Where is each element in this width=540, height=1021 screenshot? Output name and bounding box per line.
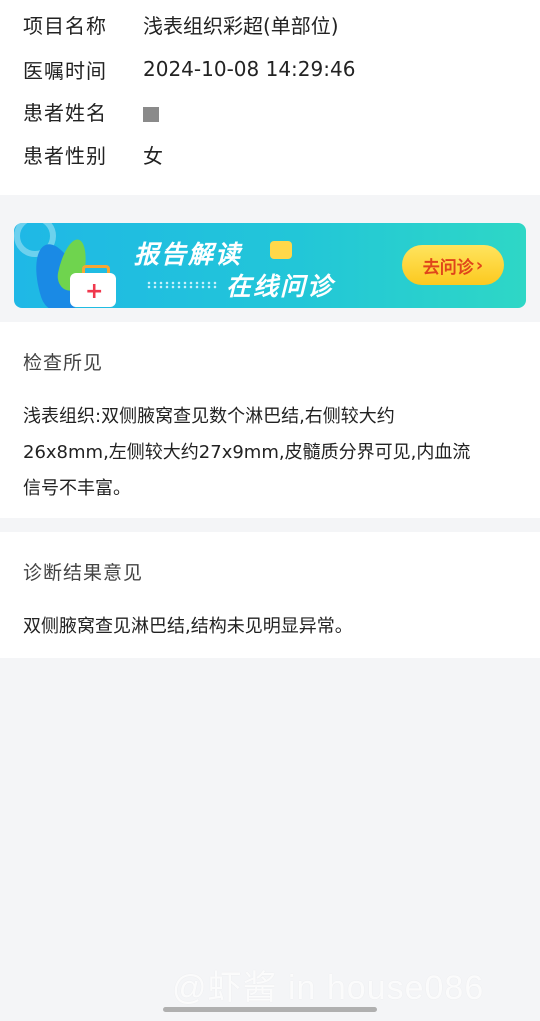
go-consult-label: 去问诊: [422, 257, 474, 278]
project-name-value: 浅表组织彩超(单部位): [143, 13, 339, 38]
chevron-right-icon: ›: [475, 254, 484, 276]
findings-title: 检查所见: [23, 352, 104, 374]
info-row-order-time: 医嘱时间 2024-10-08 14:29:46: [23, 54, 355, 84]
order-time-value: 2024-10-08 14:29:46: [143, 57, 356, 81]
info-label: 患者姓名: [23, 100, 107, 125]
watermark: @虾酱 in house086: [172, 969, 485, 1007]
findings-line: 26x8mm,左侧较大约27x9mm,皮髓质分界可见,内血流: [23, 442, 471, 463]
findings-line: 浅表组织:双侧腋窝查见数个淋巴结,右侧较大约: [23, 406, 395, 427]
info-row-project: 项目名称 浅表组织彩超(单部位): [23, 9, 339, 39]
info-label: 医嘱时间: [23, 58, 107, 83]
go-consult-button[interactable]: 去问诊 ›: [402, 245, 504, 285]
findings-body: 浅表组织:双侧腋窝查见数个淋巴结,右侧较大约 26x8mm,左侧较大约27x9m…: [23, 399, 513, 507]
patient-name-redacted: [143, 106, 159, 122]
decor-dots: [146, 281, 218, 289]
diagnosis-text: 双侧腋窝查见淋巴结,结构未见明显异常。: [23, 616, 353, 637]
info-row-patient-gender: 患者性别 女: [23, 139, 163, 169]
diagnosis-title: 诊断结果意见: [23, 562, 144, 584]
banner-title-consult: 在线问诊: [226, 272, 335, 301]
banner-title-report: 报告解读: [134, 240, 243, 269]
patient-gender-value: 女: [143, 143, 163, 168]
info-label: 患者性别: [23, 143, 107, 168]
info-label: 项目名称: [23, 13, 107, 38]
chat-bubble-icon: [270, 241, 292, 259]
banner-section: + 报告解读 在线问诊 去问诊 ›: [0, 208, 540, 322]
report-info-card: 项目名称 浅表组织彩超(单部位) 医嘱时间 2024-10-08 14:29:4…: [0, 0, 540, 195]
findings-card: 检查所见 浅表组织:双侧腋窝查见数个淋巴结,右侧较大约 26x8mm,左侧较大约…: [0, 322, 540, 518]
home-indicator[interactable]: [163, 1007, 377, 1012]
info-row-patient-name: 患者姓名: [23, 96, 159, 126]
findings-line: 信号不丰富。: [23, 478, 131, 499]
online-consult-banner[interactable]: + 报告解读 在线问诊 去问诊 ›: [14, 223, 526, 308]
medical-cross-icon: +: [85, 279, 104, 304]
diagnosis-card: 诊断结果意见 双侧腋窝查见淋巴结,结构未见明显异常。: [0, 532, 540, 658]
